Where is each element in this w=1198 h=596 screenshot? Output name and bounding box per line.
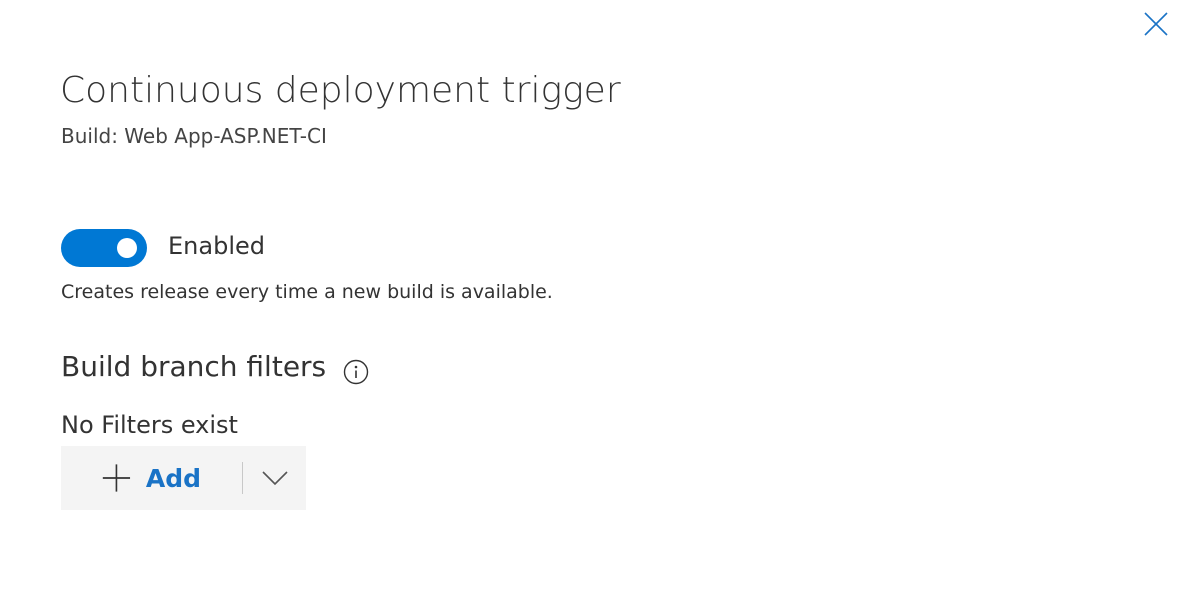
close-icon bbox=[1144, 12, 1168, 36]
info-icon[interactable] bbox=[343, 359, 369, 385]
panel-title: Continuous deployment trigger bbox=[60, 70, 621, 111]
trigger-description: Creates release every time a new build i… bbox=[61, 281, 553, 303]
no-filters-text: No Filters exist bbox=[61, 411, 238, 439]
add-filter-label: Add bbox=[145, 463, 201, 493]
add-filter-button[interactable]: Add bbox=[61, 446, 201, 510]
toggle-label: Enabled bbox=[168, 232, 265, 260]
plus-icon bbox=[102, 464, 131, 492]
add-filter-split-button: Add bbox=[61, 446, 306, 510]
continuous-deployment-trigger-panel: Continuous deployment trigger Build: Web… bbox=[0, 0, 1198, 596]
close-button[interactable] bbox=[1140, 8, 1172, 40]
enabled-toggle[interactable] bbox=[61, 229, 147, 267]
build-source-subtitle: Build: Web App-ASP.NET-CI bbox=[61, 124, 327, 148]
toggle-knob bbox=[117, 238, 137, 258]
chevron-down-icon bbox=[261, 471, 288, 486]
branch-filters-heading: Build branch filters bbox=[61, 350, 327, 383]
add-filter-dropdown-button[interactable] bbox=[243, 446, 306, 510]
